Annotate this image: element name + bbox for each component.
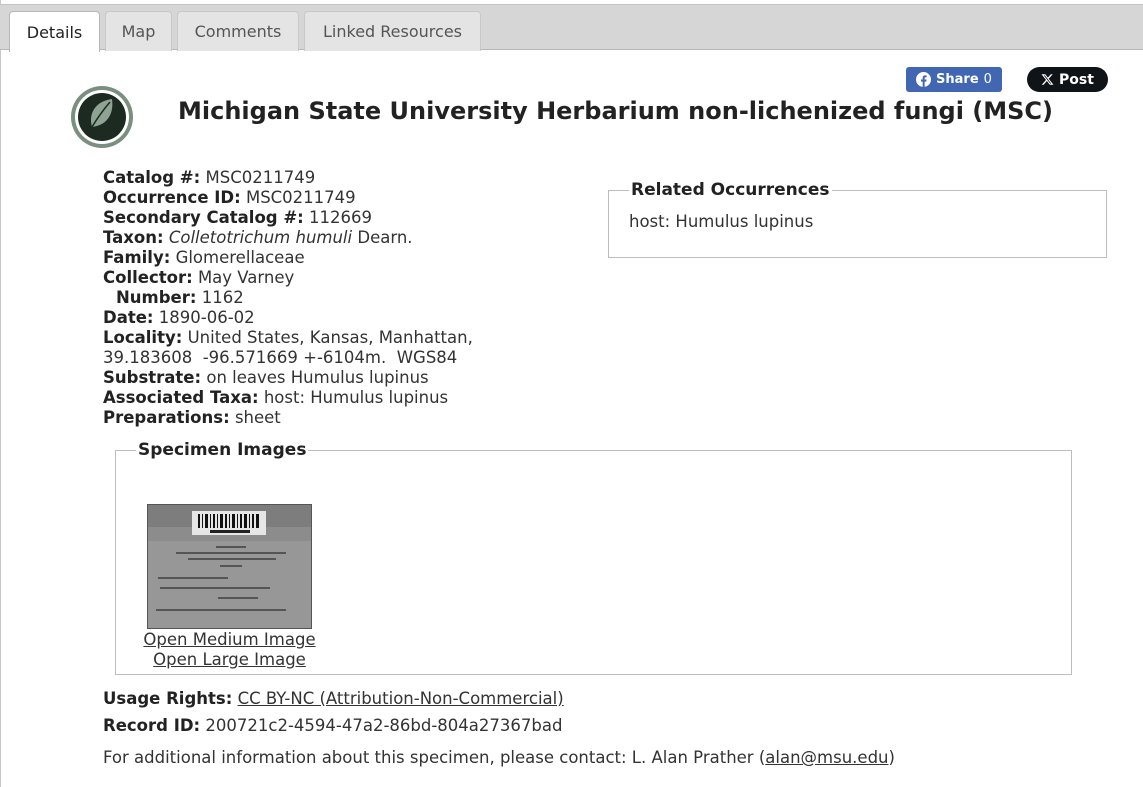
preparations-row: Preparations: sheet: [103, 408, 473, 428]
secondary-catalog-label: Secondary Catalog #:: [103, 208, 304, 227]
record-id-label: Record ID:: [103, 716, 201, 735]
associated-taxa-label: Associated Taxa:: [103, 388, 259, 407]
related-occurrence-text: host: Humulus lupinus: [629, 212, 814, 231]
collector-label: Collector:: [103, 268, 193, 287]
locality-line1: United States, Kansas, Manhattan,: [187, 328, 473, 347]
specimen-thumbnail[interactable]: [147, 504, 312, 629]
catalog-row: Catalog #: MSC0211749: [103, 168, 473, 188]
locality-row: Locality: United States, Kansas, Manhatt…: [103, 328, 473, 348]
taxon-author: Dearn.: [357, 228, 413, 247]
secondary-catalog-value: 112669: [309, 208, 373, 227]
occurrence-id-row: Occurrence ID: MSC0211749: [103, 188, 473, 208]
preparations-label: Preparations:: [103, 408, 230, 427]
msu-herbarium-logo: [71, 86, 133, 148]
number-row: Number: 1162: [103, 288, 473, 308]
family-label: Family:: [103, 248, 171, 267]
taxon-label: Taxon:: [103, 228, 164, 247]
related-occurrences-box: Related Occurrences host: Humulus lupinu…: [608, 180, 1107, 258]
specimen-details: Catalog #: MSC0211749 Occurrence ID: MSC…: [103, 168, 473, 428]
record-id-value: 200721c2-4594-47a2-86bd-804a27367bad: [205, 716, 563, 735]
collector-row: Collector: May Varney: [103, 268, 473, 288]
image-links: Open Medium Image Open Large Image: [142, 630, 317, 670]
related-occurrences-legend: Related Occurrences: [631, 180, 830, 200]
tab-details[interactable]: Details: [9, 11, 100, 52]
open-large-image-link[interactable]: Open Large Image: [153, 650, 306, 669]
specimen-images-legend: Specimen Images: [138, 440, 307, 460]
preparations-value: sheet: [234, 408, 281, 427]
share-count: 0: [983, 72, 992, 87]
usage-rights: Usage Rights: CC BY-NC (Attribution-Non-…: [103, 689, 564, 708]
record-id: Record ID: 200721c2-4594-47a2-86bd-804a2…: [103, 716, 562, 735]
locality-coordinates: 39.183608 -96.571669 +-6104m. WGS84: [103, 348, 458, 367]
date-label: Date:: [103, 308, 154, 327]
x-logo-icon: [1041, 74, 1054, 85]
specimen-label-image: [148, 505, 311, 628]
occurrence-id-value: MSC0211749: [245, 188, 356, 207]
collector-value: May Varney: [197, 268, 295, 287]
contact-prefix: For additional information about this sp…: [103, 748, 766, 767]
family-value: Glomerellaceae: [175, 248, 305, 267]
facebook-icon: [916, 72, 932, 87]
contact-info: For additional information about this sp…: [103, 748, 895, 767]
share-label: Share: [936, 72, 979, 87]
locality-label: Locality:: [103, 328, 183, 347]
contact-email-link[interactable]: alan@msu.edu: [765, 748, 888, 767]
tab-linked-resources[interactable]: Linked Resources: [304, 11, 481, 51]
substrate-label: Substrate:: [103, 368, 202, 387]
tab-bar: Details Map Comments Linked Resources: [0, 4, 1143, 52]
date-row: Date: 1890-06-02: [103, 308, 473, 328]
tab-comments[interactable]: Comments: [177, 11, 299, 51]
specimen-images-box: Specimen Images Open Medium Image Open L…: [115, 440, 1072, 675]
occurrence-id-label: Occurrence ID:: [103, 188, 241, 207]
license-link[interactable]: CC BY-NC (Attribution-Non-Commercial): [238, 689, 564, 708]
number-label: Number:: [116, 288, 197, 307]
associated-taxa-value: host: Humulus lupinus: [263, 388, 449, 407]
associated-taxa-row: Associated Taxa: host: Humulus lupinus: [103, 388, 473, 408]
catalog-value: MSC0211749: [205, 168, 316, 187]
facebook-share-button[interactable]: Share 0: [906, 67, 1002, 92]
date-value: 1890-06-02: [158, 308, 255, 327]
contact-suffix: ): [888, 748, 895, 767]
page-title: Michigan State University Herbarium non-…: [178, 97, 1054, 125]
x-post-button[interactable]: Post: [1027, 67, 1108, 92]
number-value: 1162: [201, 288, 244, 307]
substrate-value: on leaves Humulus lupinus: [206, 368, 429, 387]
substrate-row: Substrate: on leaves Humulus lupinus: [103, 368, 473, 388]
taxon-name: Colletotrichum humuli: [168, 228, 353, 247]
usage-rights-label: Usage Rights:: [103, 689, 233, 708]
post-label: Post: [1059, 71, 1094, 88]
family-row: Family: Glomerellaceae: [103, 248, 473, 268]
tab-map[interactable]: Map: [105, 11, 172, 51]
taxon-row: Taxon: Colletotrichum humuli Dearn.: [103, 228, 473, 248]
secondary-catalog-row: Secondary Catalog #: 112669: [103, 208, 473, 228]
open-medium-image-link[interactable]: Open Medium Image: [143, 630, 315, 649]
catalog-label: Catalog #:: [103, 168, 201, 187]
